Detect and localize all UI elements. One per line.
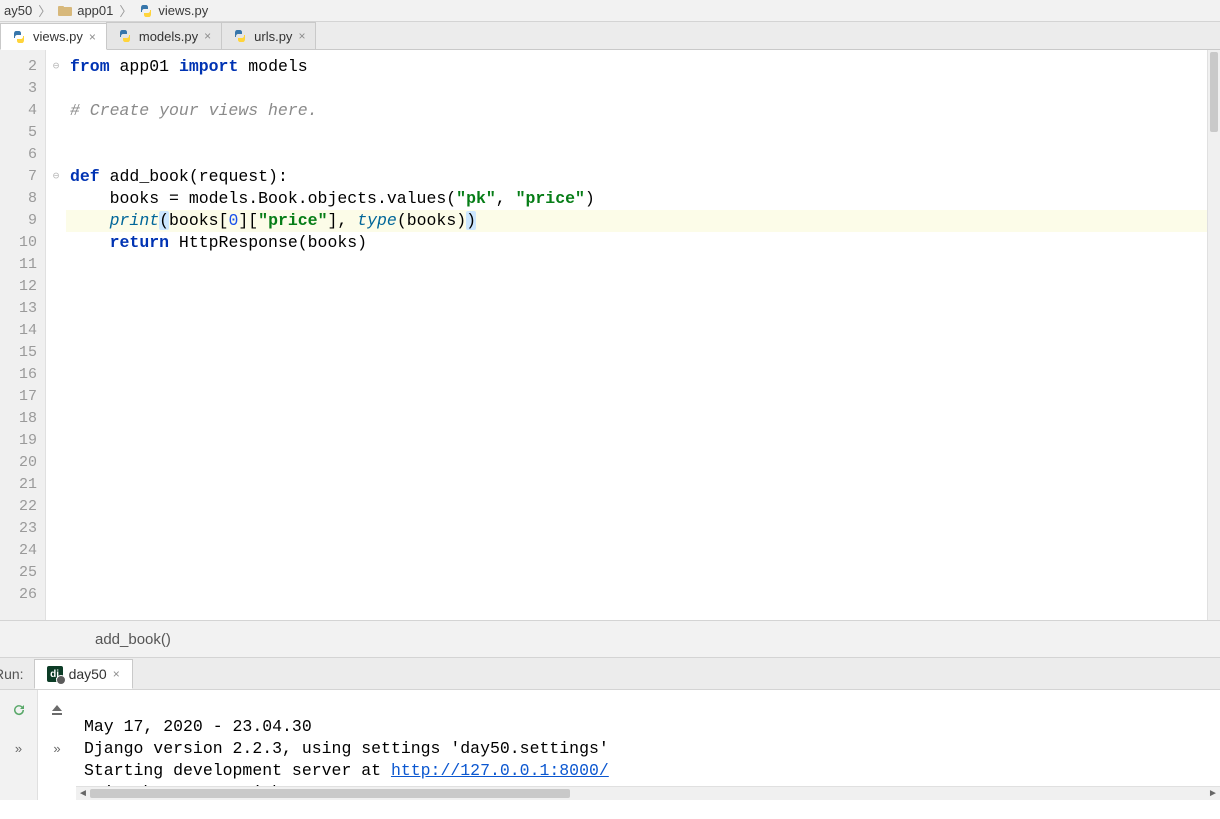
run-tab-label: day50 <box>69 666 107 682</box>
code-line[interactable] <box>66 540 1220 562</box>
close-icon[interactable]: × <box>113 667 120 681</box>
django-icon: dj <box>47 666 63 682</box>
code-line[interactable] <box>66 144 1220 166</box>
code-line[interactable]: books = models.Book.objects.values("pk",… <box>66 188 1220 210</box>
run-config-tab[interactable]: dj day50 × <box>34 659 133 689</box>
code-line[interactable] <box>66 562 1220 584</box>
code-line[interactable]: # Create your views here. <box>66 100 1220 122</box>
code-line[interactable] <box>66 518 1220 540</box>
code-line[interactable] <box>66 474 1220 496</box>
code-line[interactable] <box>66 276 1220 298</box>
code-line[interactable] <box>66 320 1220 342</box>
close-icon[interactable]: × <box>298 29 305 43</box>
chevron-right-icon: 〉 <box>119 1 132 20</box>
scrollbar-thumb[interactable] <box>1210 52 1218 132</box>
code-line[interactable] <box>66 122 1220 144</box>
code-line[interactable]: return HttpResponse(books) <box>66 232 1220 254</box>
line-number-gutter: 2345678910111213141516171819202122232425… <box>0 50 46 620</box>
console-line: Starting development server at http://12… <box>84 761 609 780</box>
tab-urls[interactable]: urls.py × <box>221 22 316 49</box>
python-file-icon <box>117 28 133 44</box>
breadcrumb-item[interactable]: ay50 <box>4 3 32 18</box>
code-line[interactable] <box>66 584 1220 606</box>
code-line[interactable] <box>66 364 1220 386</box>
code-area[interactable]: from app01 import models # Create your vi… <box>66 50 1220 620</box>
tab-label: models.py <box>139 29 198 44</box>
fold-column: ⊖⊖ <box>46 50 66 620</box>
code-line[interactable] <box>66 254 1220 276</box>
close-icon[interactable]: × <box>89 30 96 44</box>
code-line[interactable]: print(books[0]["price"], type(books)) <box>66 210 1220 232</box>
breadcrumb: ay50 〉 app01 〉 views.py <box>0 0 1220 22</box>
expand-icon[interactable]: » <box>47 738 67 758</box>
breadcrumb-item[interactable]: app01 <box>57 3 113 19</box>
code-line[interactable] <box>66 342 1220 364</box>
console-toolbar-inner: » <box>38 690 76 800</box>
console-line: May 17, 2020 - 23.04.30 <box>84 717 312 736</box>
tab-label: views.py <box>33 29 83 44</box>
rerun-icon[interactable] <box>9 700 29 720</box>
code-line[interactable]: def add_book(request): <box>66 166 1220 188</box>
run-tool-header: Run: dj day50 × <box>0 658 1220 690</box>
code-line[interactable] <box>66 496 1220 518</box>
scroll-right-icon[interactable]: ► <box>1206 787 1220 800</box>
context-label: add_book() <box>95 631 171 648</box>
horizontal-scrollbar[interactable]: ◄ ► <box>76 786 1220 800</box>
python-file-icon <box>232 28 248 44</box>
expand-icon[interactable]: » <box>9 738 29 758</box>
code-line[interactable] <box>66 298 1220 320</box>
python-file-icon <box>11 29 27 45</box>
chevron-right-icon: 〉 <box>38 1 51 20</box>
scrollbar-thumb[interactable] <box>90 789 570 798</box>
code-line[interactable] <box>66 78 1220 100</box>
code-line[interactable] <box>66 452 1220 474</box>
code-line[interactable] <box>66 408 1220 430</box>
breadcrumb-item[interactable]: views.py <box>138 3 208 19</box>
scroll-left-icon[interactable]: ◄ <box>76 787 90 800</box>
console-panel: » » May 17, 2020 - 23.04.30 Django versi… <box>0 690 1220 800</box>
tab-label: urls.py <box>254 29 292 44</box>
scroll-up-icon[interactable] <box>47 700 67 720</box>
editor-tabs: views.py × models.py × urls.py × <box>0 22 1220 50</box>
folder-icon <box>57 3 73 19</box>
python-file-icon <box>138 3 154 19</box>
console-output[interactable]: May 17, 2020 - 23.04.30 Django version 2… <box>76 690 1220 800</box>
code-editor[interactable]: 2345678910111213141516171819202122232425… <box>0 50 1220 620</box>
console-line: Django version 2.2.3, using settings 'da… <box>84 739 609 758</box>
console-toolbar-left: » <box>0 690 38 800</box>
code-line[interactable] <box>66 430 1220 452</box>
tab-models[interactable]: models.py × <box>106 22 222 49</box>
code-line[interactable]: from app01 import models <box>66 56 1220 78</box>
code-line[interactable] <box>66 386 1220 408</box>
structure-breadcrumb[interactable]: add_book() <box>0 620 1220 658</box>
server-url-link[interactable]: http://127.0.0.1:8000/ <box>391 761 609 780</box>
vertical-scrollbar[interactable] <box>1207 50 1220 620</box>
close-icon[interactable]: × <box>204 29 211 43</box>
run-label: Run: <box>0 666 34 682</box>
tab-views[interactable]: views.py × <box>0 23 107 50</box>
